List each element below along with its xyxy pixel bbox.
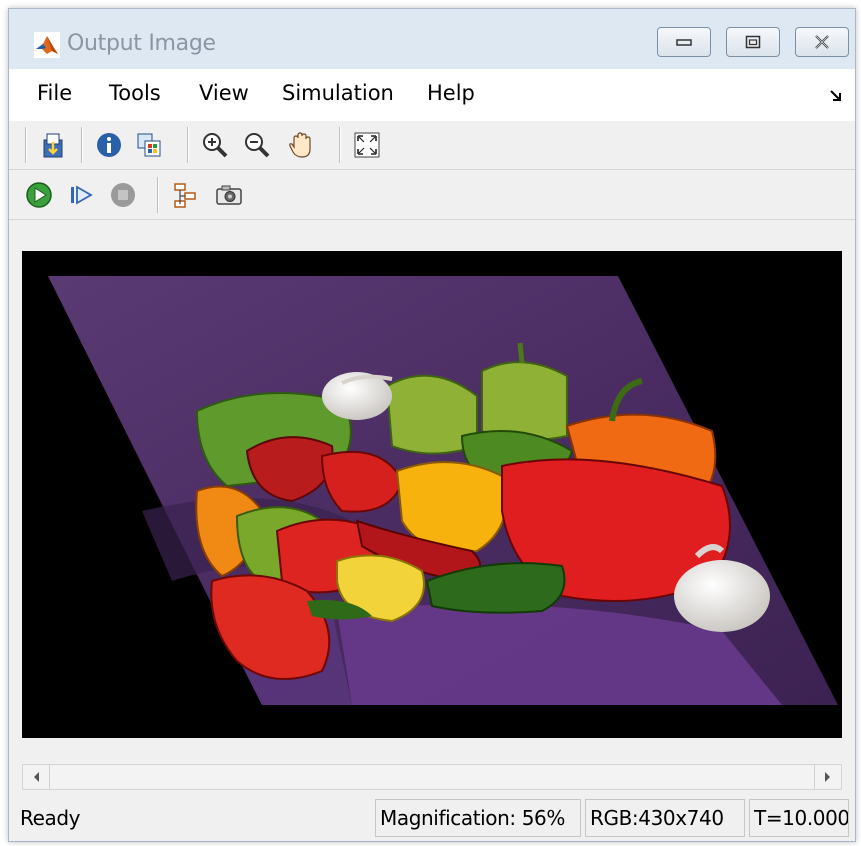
- toolbar-separator: [25, 127, 27, 163]
- toolbar-separator: [339, 127, 341, 163]
- stop-button[interactable]: [107, 179, 139, 211]
- scroll-left-button[interactable]: [25, 765, 49, 789]
- menu-simulation[interactable]: Simulation: [282, 81, 394, 105]
- toolbar-separator: [187, 127, 189, 163]
- toolbar-view: [9, 121, 855, 170]
- toolbar-spacer: [9, 221, 855, 251]
- zoom-out-icon: [245, 133, 270, 158]
- step-forward-button[interactable]: [65, 179, 97, 211]
- print-to-figure-icon: [43, 133, 63, 158]
- highlight-model-button[interactable]: [169, 179, 201, 211]
- close-button[interactable]: [795, 27, 849, 57]
- run-button[interactable]: [23, 179, 55, 211]
- zoom-in-button[interactable]: [199, 129, 231, 161]
- zoom-in-icon: [203, 133, 228, 158]
- close-icon: [815, 35, 829, 49]
- output-image-window: Output Image File Tools View Simulation …: [8, 8, 856, 842]
- run-icon: [26, 182, 52, 208]
- image-display[interactable]: [22, 251, 842, 738]
- minimize-button[interactable]: [657, 27, 711, 57]
- step-forward-icon: [71, 185, 93, 205]
- toolbar-separator: [81, 127, 83, 163]
- fit-to-window-button[interactable]: [351, 129, 383, 161]
- menu-view[interactable]: View: [199, 81, 249, 105]
- maintain-fit-icon: [137, 133, 161, 157]
- matlab-icon: [34, 32, 60, 58]
- toolbar-simulation: [9, 171, 855, 220]
- menu-file[interactable]: File: [37, 81, 72, 105]
- arrow-left-icon: [34, 772, 39, 782]
- horizontal-scrollbar[interactable]: [22, 764, 842, 790]
- menu-help[interactable]: Help: [427, 81, 475, 105]
- print-to-figure-button[interactable]: [37, 129, 69, 161]
- toolbar-separator: [157, 177, 159, 213]
- dimensions-readout: RGB:430x740: [585, 799, 745, 837]
- scrollbar-track: [49, 765, 50, 789]
- output-image: [48, 276, 838, 705]
- pan-button[interactable]: [285, 129, 317, 161]
- highlight-model-icon: [174, 183, 196, 208]
- fit-to-view-icon: [354, 132, 380, 158]
- scroll-right-button[interactable]: [815, 765, 839, 789]
- magnification-readout: Magnification: 56%: [375, 799, 581, 837]
- arrow-right-icon: [825, 772, 830, 782]
- window-title: Output Image: [67, 31, 216, 56]
- status-text: Ready: [20, 806, 81, 830]
- stop-icon: [111, 183, 135, 207]
- pan-icon: [289, 132, 311, 158]
- info-icon: [97, 133, 121, 157]
- title-bar: Output Image: [9, 9, 855, 69]
- image-info-button[interactable]: [93, 129, 125, 161]
- menu-tools[interactable]: Tools: [109, 81, 161, 105]
- maximize-button[interactable]: [726, 27, 780, 57]
- maximize-icon: [745, 35, 761, 49]
- snapshot-icon: [216, 185, 242, 205]
- status-bar: Ready Magnification: 56% RGB:430x740 T=1…: [9, 799, 855, 839]
- simulation-time-readout: T=10.000: [749, 799, 849, 837]
- dock-arrow-icon[interactable]: [829, 89, 843, 103]
- snapshot-button[interactable]: [213, 179, 245, 211]
- minimize-icon: [676, 39, 692, 46]
- maintain-fit-button[interactable]: [133, 129, 165, 161]
- menu-bar: File Tools View Simulation Help: [9, 69, 855, 122]
- zoom-out-button[interactable]: [241, 129, 273, 161]
